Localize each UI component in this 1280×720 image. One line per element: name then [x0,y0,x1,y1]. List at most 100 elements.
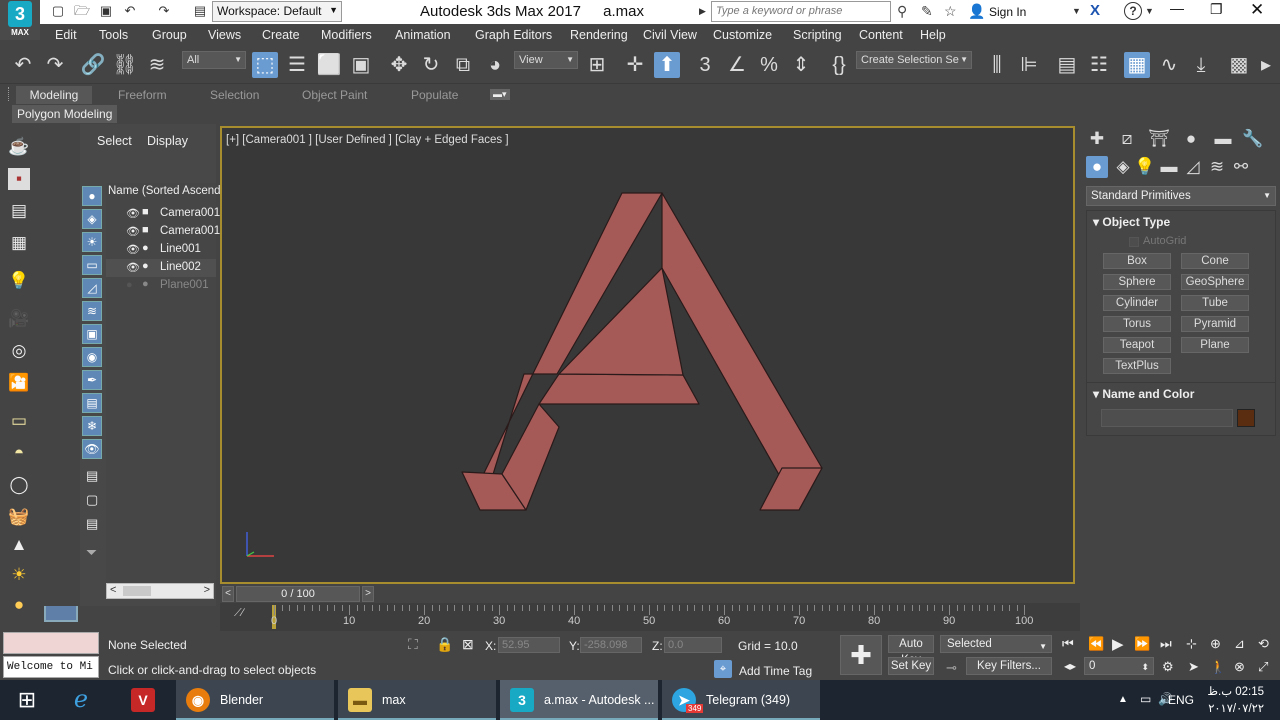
clock-date[interactable]: ۲۰۱۷/۰۷/۲۲ [1206,701,1264,715]
sign-in-button[interactable]: Sign In [989,5,1026,19]
sphere-light-icon[interactable]: ◯ [8,474,30,496]
menu-help[interactable]: Help [920,28,946,42]
chevron-down-icon[interactable]: ▼ [1072,6,1081,16]
spinner-icon[interactable]: ⬍ [1141,659,1149,675]
track-bar[interactable]: ⟋∕ 0 10 20 30 40 50 60 70 80 90 100 [220,603,1080,631]
close-icon[interactable]: ✕ [1250,0,1264,20]
material-editor-icon[interactable]: ▩ [1226,52,1252,78]
ribbon-options-icon[interactable]: ▬▾ [490,89,510,100]
sun-icon[interactable]: ☀ [8,564,30,586]
display-containers-icon[interactable]: ▤ [82,393,102,413]
undo-icon[interactable]: ↶ [122,3,138,19]
menu-create[interactable]: Create [262,28,300,42]
menu-graph-editors[interactable]: Graph Editors [475,28,552,42]
teapot-button[interactable]: Teapot [1103,337,1171,353]
helpers-category-icon[interactable]: ◿ [1182,156,1204,178]
move-icon[interactable]: ✥ [386,52,412,78]
time-configuration-icon[interactable]: ⚙ [1162,659,1174,675]
menu-edit[interactable]: Edit [55,28,77,42]
display-tab-icon[interactable]: ▬ [1212,128,1234,150]
keyboard-shortcut-override-icon[interactable]: ⬆ [654,52,680,78]
named-selection-dropdown[interactable]: Create Selection Se ▼ [856,51,972,69]
toggle-scene-explorer-icon[interactable]: ▤ [1054,52,1080,78]
clock-time[interactable]: 02:15 ب.ظ [1206,684,1264,698]
redo-icon[interactable]: ↷ [156,3,172,19]
tab-selection[interactable]: Selection [202,86,267,104]
tab-modeling[interactable]: Modeling [16,86,92,104]
auto-key-button[interactable]: Auto Key [888,635,934,666]
scroll-thumb[interactable] [123,586,151,596]
display-hidden-icon[interactable]: 👁 [82,439,102,459]
curve-editor-icon[interactable]: ∿ [1156,52,1182,78]
selection-filter-dropdown[interactable]: All ▼ [182,51,246,69]
tape-icon[interactable]: ◎ [8,340,30,362]
curve-editor-mini-icon[interactable]: ⟋∕ [234,607,244,620]
display-bones-icon[interactable]: ✒ [82,370,102,390]
tab-populate[interactable]: Populate [403,86,466,104]
time-config-icon[interactable]: ◂▸ [1064,659,1076,673]
display-geometry-icon[interactable]: ● [82,186,102,206]
open-file-icon[interactable]: 🗁 [74,3,90,19]
autogrid-checkbox[interactable] [1129,237,1139,247]
minimize-icon[interactable]: — [1170,0,1184,16]
toggle-ribbon-icon[interactable]: ▦ [1124,52,1150,78]
cone-button[interactable]: Cone [1181,253,1249,269]
go-to-end-icon[interactable]: ⏭ [1160,636,1172,652]
spreadsheet-icon[interactable]: ▦ [8,232,30,254]
previous-key-icon[interactable]: ⏪ [1088,636,1104,652]
user-icon[interactable]: 👤 [968,3,985,20]
snaps-toggle-icon[interactable]: 3 [692,52,718,78]
menu-customize[interactable]: Customize [713,28,772,42]
viewport-canvas[interactable] [222,128,1077,586]
menu-scripting[interactable]: Scripting [793,28,842,42]
pyramid-button[interactable]: Pyramid [1181,316,1249,332]
rotate-icon[interactable]: ↻ [418,52,444,78]
display-groups-icon[interactable]: ▣ [82,324,102,344]
menu-content[interactable]: Content [859,28,903,42]
workspace-dropdown[interactable]: Workspace: Default ▼ [212,1,342,22]
video-camera-icon[interactable]: 🎦 [8,372,30,394]
previous-frame-icon[interactable]: < [222,586,234,602]
internet-explorer-icon[interactable]: ℯ [64,680,98,720]
explorer-tab-select[interactable]: Select [97,134,132,148]
menu-group[interactable]: Group [152,28,187,42]
set-key-icon[interactable]: ✚ [840,635,882,675]
placement-icon[interactable]: ◕ [482,52,508,78]
y-coordinate-field[interactable]: -258.098 [580,637,642,653]
light-bulb-icon[interactable]: 💡 [8,270,30,292]
box-button[interactable]: Box [1103,253,1171,269]
search-expand-icon[interactable]: ▶ [699,6,706,17]
scroll-right-icon[interactable]: > [204,584,210,596]
tube-button[interactable]: Tube [1181,295,1249,311]
list-item[interactable]: 👁 ● Line002 [106,259,216,277]
explorer-tab-display[interactable]: Display [147,134,188,148]
display-shapes-icon[interactable]: ◈ [82,209,102,229]
polygon-modeling-panel[interactable]: Polygon Modeling [12,105,118,123]
edit-named-selection-icon[interactable]: {} [826,52,852,78]
list-item[interactable]: ● ● Plane001 [106,277,216,295]
binoculars-icon[interactable]: ⚲ [897,3,907,20]
play-icon[interactable]: ▶ [1112,635,1124,653]
window-crossing-icon[interactable]: ▣ [348,52,374,78]
x-coordinate-field[interactable]: 52.95 [498,637,560,653]
rectangular-selection-icon[interactable]: ⬜ [316,52,342,78]
display-helpers-icon[interactable]: ◿ [82,278,102,298]
eye-icon[interactable]: 👁 [126,243,140,256]
save-file-icon[interactable]: ▣ [98,3,114,19]
app-logo[interactable]: 3 MAX [0,0,40,40]
isolate-selection-icon[interactable]: ⛶ [408,636,418,653]
set-key-button[interactable]: Set Key [888,657,934,675]
list-item[interactable]: 👁 ● Line001 [106,241,216,259]
select-manipulate-icon[interactable]: ✛ [622,52,648,78]
plane-light-icon[interactable]: ▭ [8,410,30,432]
lights-category-icon[interactable]: 💡 [1134,156,1156,178]
primitive-category-dropdown[interactable]: Standard Primitives ▼ [1086,186,1276,206]
roll-icon[interactable]: ⊗ [1234,659,1245,675]
explorer-scrollbar[interactable]: < > [106,583,214,599]
toggle-layer-explorer-icon[interactable]: ☷ [1086,52,1112,78]
eye-icon[interactable]: 👁 [126,207,140,220]
taskbar-item-3dsmax[interactable]: 3 a.max - Autodesk ... [500,680,658,720]
name-column-header[interactable]: Name (Sorted Ascend [108,185,221,197]
display-none-icon[interactable]: ▢ [86,492,98,508]
maxscript-listener-input[interactable] [3,632,99,654]
